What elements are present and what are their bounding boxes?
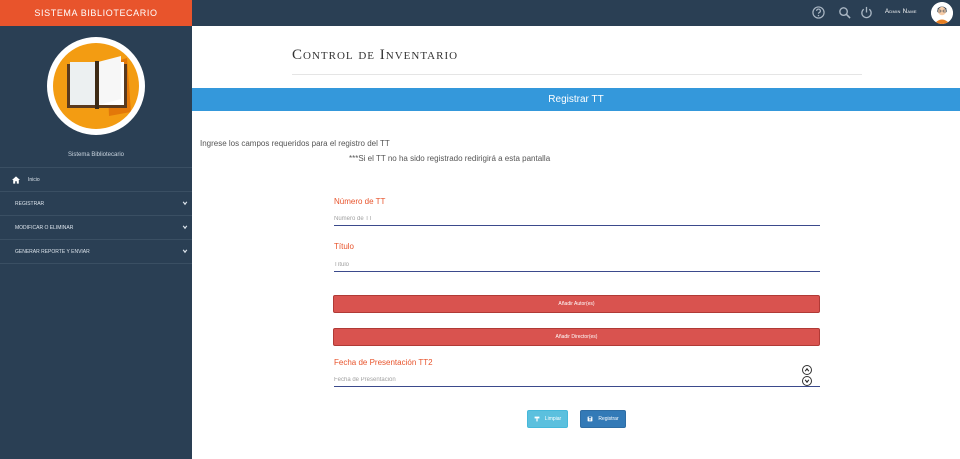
eraser-icon <box>534 416 540 422</box>
date-stepper-down[interactable] <box>802 376 812 386</box>
save-icon <box>587 416 593 422</box>
date-stepper-up[interactable] <box>802 365 812 375</box>
add-author-button[interactable]: Añadir Autor(es) <box>333 295 820 313</box>
clear-button[interactable]: Limpiar <box>527 410 568 428</box>
sidebar-subtitle: Sistema Bibliotecario <box>67 152 125 158</box>
sidebar-item-reporte[interactable]: GENERAR REPORTE Y ENVIAR <box>0 240 192 264</box>
chevron-down-icon <box>182 225 188 230</box>
section-banner: Registrar TT <box>192 88 960 111</box>
divider <box>292 74 862 75</box>
numero-label: Número de TT <box>334 197 386 206</box>
chevron-down-icon <box>804 379 810 384</box>
add-director-button[interactable]: Añadir Director(es) <box>333 328 820 346</box>
page-title: Control de Inventario <box>292 47 459 63</box>
register-label: Registrar <box>598 416 619 422</box>
sidebar-item-modificar[interactable]: MODIFICAR O ELIMINAR <box>0 216 192 240</box>
clear-label: Limpiar <box>544 416 562 422</box>
logo-wrap <box>0 37 192 135</box>
admin-name[interactable]: Admin Name <box>885 9 917 15</box>
redirect-note: ***Si el TT no ha sido registrado rediri… <box>349 154 551 163</box>
register-button[interactable]: Registrar <box>580 410 626 428</box>
search-icon[interactable] <box>838 6 851 19</box>
fecha-label: Fecha de Presentación TT2 <box>334 358 433 367</box>
titulo-label: Título <box>334 242 355 251</box>
avatar[interactable] <box>931 2 953 24</box>
chevron-up-icon <box>804 367 810 372</box>
home-icon <box>12 175 20 184</box>
help-icon[interactable] <box>812 6 825 19</box>
numero-input[interactable] <box>334 213 820 226</box>
sidebar-item-label: Inicio <box>28 176 40 183</box>
titulo-input[interactable] <box>334 259 820 272</box>
sidebar-item-inicio[interactable]: Inicio <box>0 168 192 192</box>
book-icon <box>53 43 139 129</box>
power-icon[interactable] <box>860 6 873 19</box>
logo <box>47 37 145 135</box>
intro-text: Ingrese los campos requeridos para el re… <box>200 139 390 148</box>
sidebar-item-label: MODIFICAR O ELIMINAR <box>15 224 74 231</box>
sidebar-item-registrar[interactable]: REGISTRAR <box>0 192 192 216</box>
sidebar-item-label: REGISTRAR <box>15 200 45 207</box>
sidebar-menu: Inicio REGISTRAR MODIFICAR O ELIMINAR GE… <box>0 167 192 264</box>
fecha-input[interactable] <box>334 374 820 387</box>
sidebar-item-label: GENERAR REPORTE Y ENVIAR <box>15 248 90 255</box>
top-navbar: Admin Name <box>192 0 960 26</box>
sidebar: SISTEMA BIBLIOTECARIO Sistema Biblioteca… <box>0 0 192 459</box>
chevron-down-icon <box>182 249 188 254</box>
sidebar-brand[interactable]: SISTEMA BIBLIOTECARIO <box>0 0 192 26</box>
chevron-down-icon <box>182 201 188 206</box>
